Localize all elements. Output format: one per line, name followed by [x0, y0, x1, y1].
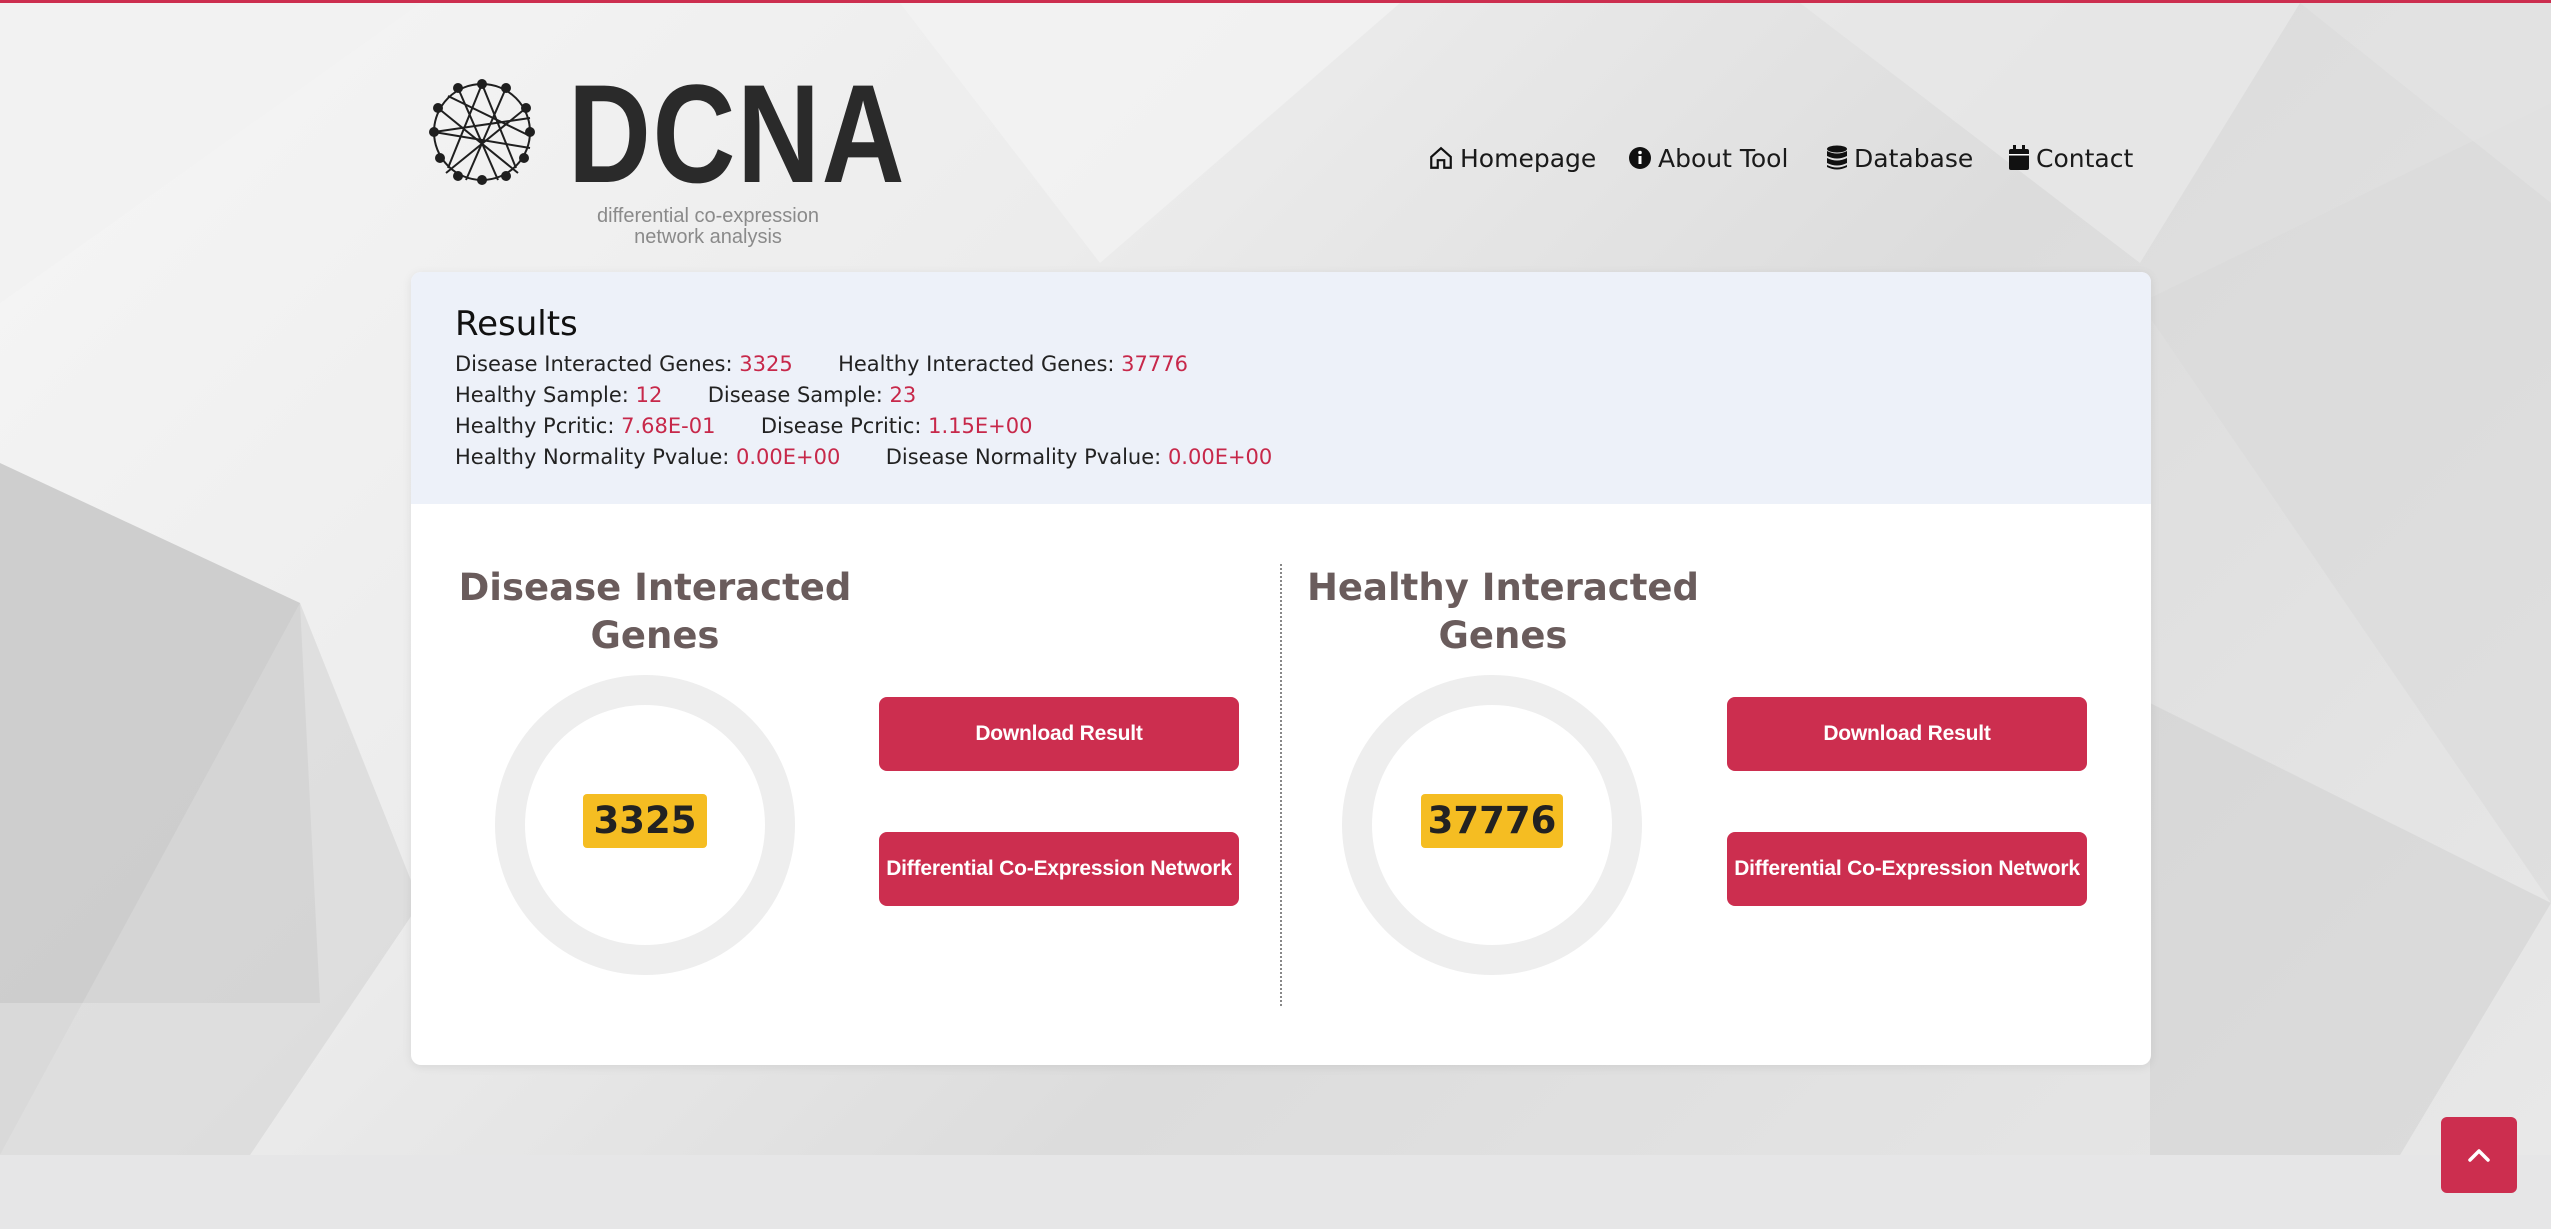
chevron-up-icon [2468, 1149, 2490, 1162]
disease-genes-count-badge: 3325 [583, 794, 707, 848]
nav-homepage-label: Homepage [1460, 143, 1597, 173]
stats-row-pcritic: Healthy Pcritic: 7.68E-01 Disease Pcriti… [455, 414, 1033, 438]
stats-row-normality: Healthy Normality Pvalue: 0.00E+00 Disea… [455, 445, 1272, 469]
disease-pcritic-value: 1.15E+00 [928, 414, 1033, 438]
nav-database-label: Database [1854, 143, 1974, 173]
disease-panel-title-line1: Disease Interacted [458, 566, 852, 609]
results-summary: Results Disease Interacted Genes: 3325 H… [411, 272, 2151, 504]
healthy-panel-title-line1: Healthy Interacted [1306, 566, 1700, 609]
disease-normality-value: 0.00E+00 [1167, 445, 1273, 469]
disease-sample-label: Disease Sample: [707, 383, 883, 407]
healthy-normality-value: 0.00E+00 [736, 445, 841, 469]
network-logo-icon [429, 79, 535, 185]
nav-contact[interactable]: Contact [2008, 138, 2133, 178]
nav-database[interactable]: Database [1826, 138, 1973, 178]
disease-panel-title: Disease Interacted Genes [445, 564, 865, 660]
healthy-genes-count-badge: 37776 [1421, 794, 1563, 848]
disease-genes-value: 3325 [739, 352, 793, 376]
brand-subtitle: differential co-expression network analy… [578, 206, 838, 248]
healthy-sample-label: Healthy Sample: [455, 383, 629, 407]
disease-sample-value: 23 [889, 383, 917, 407]
disease-normality-label: Disease Normality Pvalue: [885, 445, 1162, 469]
healthy-sample-value: 12 [635, 383, 663, 407]
nav-about-tool[interactable]: About Tool [1628, 138, 1788, 178]
healthy-panel-title-line2: Genes [1438, 614, 1568, 657]
healthy-genes-value: 37776 [1121, 352, 1188, 376]
brand-subtitle-line2: network analysis [634, 226, 782, 248]
healthy-network-button[interactable]: Differential Co-Expression Network [1727, 832, 2087, 906]
brand-name: DCNA [568, 55, 907, 212]
healthy-pcritic-value: 7.68E-01 [621, 414, 716, 438]
disease-download-result-button[interactable]: Download Result [879, 697, 1239, 771]
stats-row-samples: Healthy Sample: 12 Disease Sample: 23 [455, 383, 916, 407]
disease-panel-title-line2: Genes [590, 614, 720, 657]
nav-about-tool-label: About Tool [1658, 143, 1789, 173]
healthy-panel-title: Healthy Interacted Genes [1293, 564, 1713, 660]
stats-row-genes: Disease Interacted Genes: 3325 Healthy I… [455, 352, 1188, 376]
brand-logo[interactable]: DCNA differential co-expression network … [428, 64, 905, 253]
panel-divider [1280, 564, 1282, 1006]
database-icon [1827, 145, 1847, 170]
nav-contact-label: Contact [2036, 143, 2134, 173]
healthy-pcritic-label: Healthy Pcritic: [455, 414, 615, 438]
results-title: Results [455, 304, 578, 344]
healthy-download-result-button[interactable]: Download Result [1727, 697, 2087, 771]
healthy-normality-label: Healthy Normality Pvalue: [455, 445, 730, 469]
calendar-icon [2009, 145, 2029, 170]
disease-network-button[interactable]: Differential Co-Expression Network [879, 832, 1239, 906]
home-icon [1430, 146, 1452, 169]
scroll-to-top-button[interactable] [2441, 1117, 2517, 1193]
brand-subtitle-line1: differential co-expression [597, 205, 819, 227]
footer-band [0, 1155, 2551, 1229]
info-icon [1629, 147, 1651, 169]
disease-pcritic-label: Disease Pcritic: [760, 414, 922, 438]
results-card: Results Disease Interacted Genes: 3325 H… [411, 272, 2151, 1065]
disease-genes-label: Disease Interacted Genes: [455, 352, 733, 376]
nav-homepage[interactable]: Homepage [1428, 138, 1596, 178]
healthy-genes-label: Healthy Interacted Genes: [838, 352, 1115, 376]
